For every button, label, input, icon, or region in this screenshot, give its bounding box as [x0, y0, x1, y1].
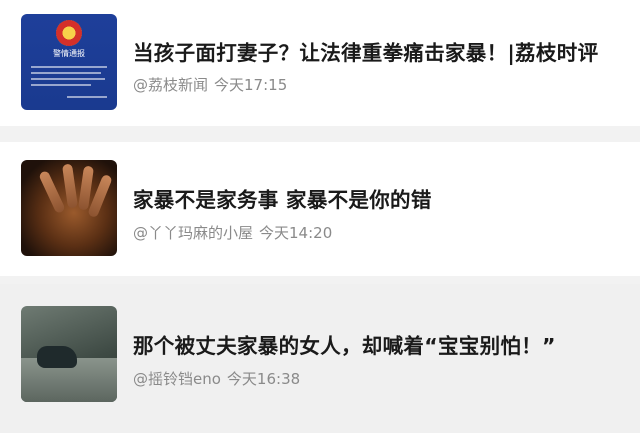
- list-item[interactable]: 那个被丈夫家暴的女人，却喊着“宝宝别怕！” @摇铃铛eno 今天16:38: [0, 284, 640, 433]
- article-time: 今天14:20: [259, 224, 333, 242]
- article-time: 今天16:38: [226, 370, 301, 388]
- thumbnail-heading: 警情通报: [53, 49, 85, 58]
- article-source[interactable]: @摇铃铛eno: [133, 370, 221, 388]
- article-feed: 警情通报 当孩子面打妻子？让法律重拳痛击家暴！|荔枝时评 @荔枝新闻 今天17:1…: [0, 0, 640, 433]
- article-thumbnail[interactable]: [21, 306, 117, 402]
- article-source[interactable]: @丫丫玛麻的小屋: [133, 224, 253, 242]
- article-title[interactable]: 那个被丈夫家暴的女人，却喊着“宝宝别怕！”: [133, 329, 632, 359]
- article-source[interactable]: @荔枝新闻: [133, 76, 208, 94]
- list-item[interactable]: 家暴不是家务事 家暴不是你的错 @丫丫玛麻的小屋 今天14:20: [0, 142, 640, 276]
- article-meta: @丫丫玛麻的小屋 今天14:20: [133, 222, 332, 243]
- police-emblem-icon: [56, 20, 82, 46]
- article-title[interactable]: 当孩子面打妻子？让法律重拳痛击家暴！|荔枝时评: [133, 36, 632, 66]
- figure-shape: [37, 346, 77, 368]
- list-item[interactable]: 警情通报 当孩子面打妻子？让法律重拳痛击家暴！|荔枝时评 @荔枝新闻 今天17:1…: [0, 0, 640, 126]
- article-meta: @摇铃铛eno 今天16:38: [133, 368, 300, 389]
- article-thumbnail[interactable]: [21, 160, 117, 256]
- article-meta: @荔枝新闻 今天17:15: [133, 74, 287, 95]
- article-thumbnail[interactable]: 警情通报: [21, 14, 117, 110]
- article-time: 今天17:15: [214, 76, 288, 94]
- article-title[interactable]: 家暴不是家务事 家暴不是你的错: [133, 183, 632, 213]
